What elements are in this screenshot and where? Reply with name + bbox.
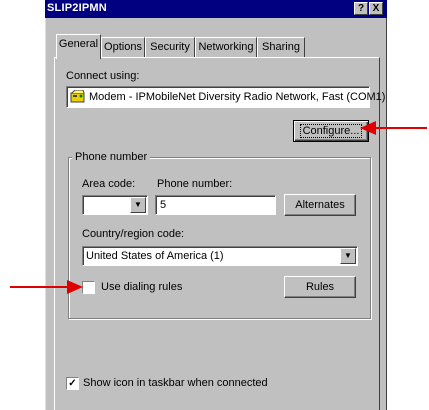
- close-button[interactable]: X: [369, 2, 383, 15]
- chevron-down-icon[interactable]: ▼: [340, 248, 356, 264]
- tab-general-label: General: [58, 38, 99, 50]
- configure-button[interactable]: Configure...: [293, 120, 369, 142]
- country-region-combobox[interactable]: United States of America (1) ▼: [82, 246, 358, 266]
- country-region-label: Country/region code:: [82, 228, 185, 240]
- phone-number-value: 5: [160, 199, 167, 211]
- phone-number-label: Phone number:: [157, 178, 233, 190]
- configure-button-label: Configure...: [299, 124, 363, 138]
- annotation-arrow-dialing-rules: [10, 280, 83, 294]
- area-code-label: Area code:: [82, 178, 136, 190]
- device-name: Modem - IPMobileNet Diversity Radio Netw…: [89, 91, 386, 103]
- tab-general[interactable]: General: [56, 34, 101, 59]
- connect-using-label: Connect using:: [66, 70, 140, 82]
- alternates-button[interactable]: Alternates: [284, 194, 356, 216]
- tab-sharing-label: Sharing: [262, 41, 300, 53]
- title-bar: SLIP2IPMN ? X: [45, 0, 387, 18]
- tab-security[interactable]: Security: [145, 37, 195, 57]
- tab-security-label: Security: [150, 41, 190, 53]
- tab-networking-label: Networking: [198, 41, 254, 53]
- rules-button[interactable]: Rules: [284, 276, 356, 298]
- tab-sharing[interactable]: Sharing: [257, 37, 305, 57]
- chevron-down-icon[interactable]: ▼: [130, 197, 146, 213]
- country-region-value: United States of America (1): [86, 250, 224, 262]
- phone-number-group-label: Phone number: [72, 151, 151, 163]
- annotation-arrow-configure: [360, 121, 427, 135]
- use-dialing-rules-label[interactable]: Use dialing rules: [101, 281, 182, 293]
- tab-options-label: Options: [104, 41, 142, 53]
- phone-number-input[interactable]: 5: [155, 195, 276, 215]
- tab-options[interactable]: Options: [101, 37, 145, 57]
- show-icon-label[interactable]: Show icon in taskbar when connected: [83, 377, 268, 389]
- modem-icon: [70, 90, 85, 103]
- help-button[interactable]: ?: [354, 2, 368, 15]
- tab-networking[interactable]: Networking: [195, 37, 257, 57]
- device-field[interactable]: Modem - IPMobileNet Diversity Radio Netw…: [66, 86, 385, 108]
- window-title: SLIP2IPMN: [47, 2, 107, 14]
- show-icon-checkbox[interactable]: ✓: [66, 377, 79, 390]
- area-code-combobox[interactable]: ▼: [82, 195, 148, 215]
